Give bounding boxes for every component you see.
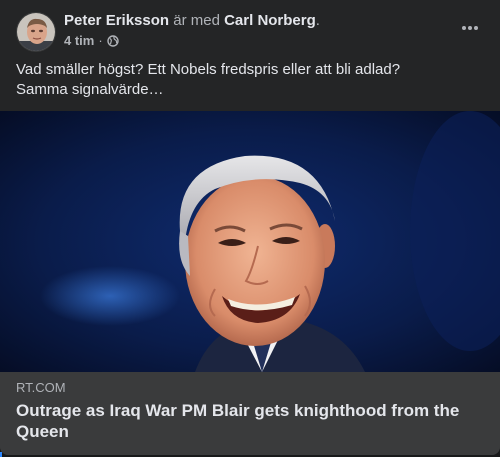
- link-domain: RT.COM: [16, 380, 66, 395]
- more-horizontal-icon: [462, 26, 478, 30]
- post-subline: 4 tim ·: [64, 33, 446, 49]
- post-header: Peter Eriksson är med Carl Norberg. 4 ti…: [14, 12, 486, 54]
- post-text-line-1: Vad smäller högst? Ett Nobels fredspris …: [16, 61, 401, 78]
- post-text-line-2: Samma signalvärde…: [16, 81, 164, 98]
- author-line: Peter Eriksson är med Carl Norberg.: [64, 12, 446, 30]
- post-meta: Peter Eriksson är med Carl Norberg. 4 ti…: [64, 12, 446, 49]
- post-text: Vad smäller högst? Ett Nobels fredspris …: [16, 60, 484, 100]
- link-preview[interactable]: RT.COM Outrage as Iraq War PM Blair gets…: [0, 372, 500, 455]
- avatar[interactable]: [16, 12, 56, 52]
- tagged-suffix: .: [315, 12, 320, 29]
- post-card: Peter Eriksson är med Carl Norberg. 4 ti…: [0, 0, 500, 455]
- globe-icon[interactable]: [106, 35, 119, 47]
- post-timestamp[interactable]: 4 tim: [64, 33, 94, 49]
- portrait-photo: [0, 111, 500, 372]
- author-name[interactable]: Peter Eriksson: [64, 12, 169, 29]
- link-preview-image[interactable]: [0, 111, 500, 372]
- link-title[interactable]: Outrage as Iraq War PM Blair gets knight…: [16, 400, 484, 442]
- scroll-indicator: [0, 452, 2, 457]
- more-options-button[interactable]: [454, 16, 486, 40]
- separator-dot: ·: [98, 33, 103, 48]
- with-text: är med: [169, 12, 225, 29]
- avatar-image: [17, 13, 55, 51]
- tagged-name[interactable]: Carl Norberg: [224, 12, 316, 29]
